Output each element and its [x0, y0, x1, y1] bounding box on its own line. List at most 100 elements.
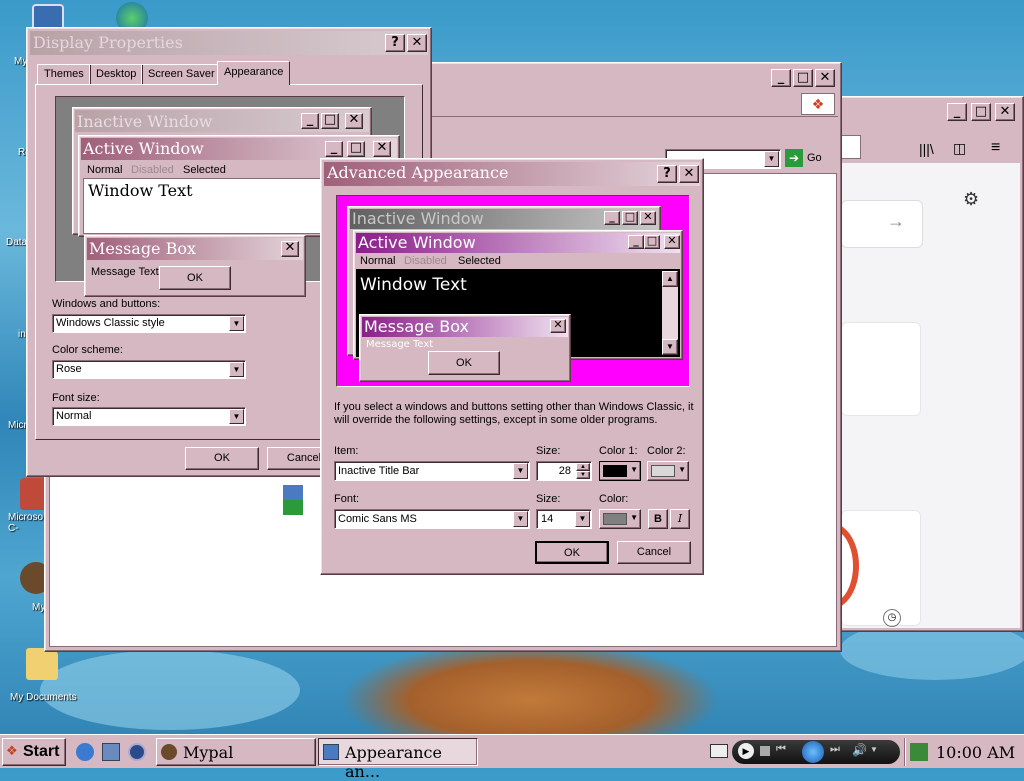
mypal-app-icon — [161, 744, 177, 760]
chevron-down-icon[interactable]: ▼ — [513, 463, 528, 479]
tab-screen-saver[interactable]: Screen Saver — [141, 64, 222, 84]
color2-picker[interactable]: ▼ — [647, 461, 689, 481]
item-select[interactable]: Inactive Title Bar ▼ — [334, 461, 530, 481]
preview-message-box: Message Box ✕ Message Text OK — [84, 235, 306, 297]
start-button[interactable]: ❖ Start — [2, 738, 66, 766]
font-size-label: Font size: — [52, 392, 100, 404]
close-icon: ✕ — [550, 319, 566, 333]
next-icon[interactable]: ⏭ — [830, 743, 840, 756]
browser-window-back[interactable]: _ □ ✕ |||\ ◫ ≡ ⚙ → ◷ — [803, 96, 1024, 632]
sidebar-icon[interactable]: ◫ — [953, 140, 966, 157]
color2-label: Color 2: — [647, 445, 686, 457]
go-label[interactable]: Go — [807, 152, 822, 164]
aa-msgbox-text: Message Text — [366, 339, 434, 350]
font-size-select[interactable]: Normal ▼ — [52, 407, 246, 426]
small-app-icon — [283, 485, 303, 515]
chevron-down-icon[interactable]: ▼ — [575, 511, 590, 527]
item-size-spinner[interactable]: 28 ▲ ▼ — [536, 461, 592, 481]
item-size-value: 28 — [558, 465, 571, 477]
chevron-down-icon[interactable]: ▼ — [513, 511, 528, 527]
minimize-icon[interactable]: _ — [947, 103, 967, 121]
close-icon: ✕ — [345, 113, 363, 129]
address-bar-end[interactable] — [839, 135, 861, 159]
font-size-select[interactable]: 14 ▼ — [536, 509, 592, 529]
quick-launch-desktop-icon[interactable] — [102, 743, 120, 761]
color1-picker[interactable]: ▼ — [599, 461, 641, 481]
font-select[interactable]: Comic Sans MS ▼ — [334, 509, 530, 529]
aa-menu-disabled: Disabled — [404, 255, 447, 267]
chevron-down-icon[interactable]: ▼ — [229, 409, 244, 424]
maximize-icon[interactable]: □ — [793, 69, 813, 87]
bold-button[interactable]: B — [648, 509, 668, 529]
font-color-label: Color: — [599, 493, 629, 505]
minimize-icon: _ — [604, 211, 620, 225]
tab-appearance[interactable]: Appearance — [217, 61, 291, 85]
chevron-down-icon[interactable]: ▼ — [229, 362, 244, 377]
close-icon[interactable]: ✕ — [815, 69, 835, 87]
aa-preview-ok-button: OK — [428, 351, 500, 375]
windows-logo-icon: ❖ — [801, 93, 835, 115]
network-tray-icon[interactable] — [910, 743, 928, 761]
previous-icon[interactable]: ⏮ — [776, 743, 786, 756]
maximize-icon[interactable]: □ — [971, 103, 991, 121]
dp-ok-button[interactable]: OK — [185, 447, 259, 470]
chevron-down-icon[interactable]: ▼ — [764, 151, 779, 167]
clock-icon[interactable]: ◷ — [883, 609, 901, 627]
menu-icon[interactable]: ≡ — [991, 139, 1000, 157]
stop-icon[interactable] — [760, 746, 770, 756]
close-icon[interactable]: ✕ — [407, 34, 427, 52]
media-player-mini[interactable]: ▶ ⏮ ⏭ 🔊 ▼ — [732, 740, 900, 764]
item-label: Item: — [334, 445, 359, 457]
taskbar: ❖ Start Mypal Appearance an... ▶ ⏮ ⏭ 🔊 ▼… — [0, 734, 1024, 781]
close-icon[interactable]: ✕ — [995, 103, 1015, 121]
color1-swatch — [603, 465, 627, 477]
big-play-icon[interactable] — [802, 741, 824, 763]
aa-ok-button[interactable]: OK — [535, 541, 609, 564]
task-appearance[interactable]: Appearance an... — [318, 738, 478, 781]
browser-back-titlebar — [838, 100, 1020, 124]
advanced-appearance-dialog[interactable]: Advanced Appearance ? ✕ Inactive Window … — [320, 158, 704, 575]
windows-flag-icon: ❖ — [6, 743, 18, 758]
help-icon[interactable]: ? — [385, 34, 405, 52]
quick-launch-media-icon[interactable] — [128, 743, 146, 761]
aa-menu-normal: Normal — [360, 255, 396, 267]
minimize-icon[interactable]: _ — [771, 69, 791, 87]
color-scheme-select[interactable]: Rose ▼ — [52, 360, 246, 379]
windows-buttons-select[interactable]: Windows Classic style ▼ — [52, 314, 246, 333]
close-icon: ✕ — [281, 241, 299, 257]
preview-ok-button: OK — [159, 266, 231, 290]
maximize-icon: □ — [347, 141, 365, 157]
minimize-icon: _ — [301, 113, 319, 129]
chevron-down-icon[interactable]: ▼ — [870, 745, 878, 754]
help-icon[interactable]: ? — [657, 165, 677, 183]
chevron-down-icon[interactable]: ▼ — [229, 316, 244, 331]
close-icon[interactable]: ✕ — [679, 165, 699, 183]
library-icon[interactable]: |||\ — [919, 141, 934, 157]
aa-cancel-button[interactable]: Cancel — [617, 541, 691, 564]
font-label: Font: — [334, 493, 360, 505]
play-icon[interactable]: ▶ — [738, 743, 754, 759]
aa-window-text: Window Text — [360, 275, 467, 295]
settings-gear-icon[interactable]: ⚙ — [963, 189, 979, 210]
keyboard-icon[interactable] — [710, 744, 728, 758]
task-mypal[interactable]: Mypal — [156, 738, 316, 766]
tab-themes[interactable]: Themes — [37, 64, 91, 84]
chevron-down-icon: ▼ — [630, 465, 638, 474]
font-color-picker[interactable]: ▼ — [599, 509, 641, 529]
preview-menu-disabled: Disabled — [131, 164, 174, 176]
quick-launch-ie-icon[interactable] — [76, 743, 94, 761]
spin-down-icon[interactable]: ▼ — [576, 471, 590, 479]
tab-desktop[interactable]: Desktop — [89, 64, 144, 84]
go-arrow-icon[interactable]: ➔ — [785, 149, 803, 167]
arrow-right-icon[interactable]: → — [887, 211, 905, 232]
volume-icon[interactable]: 🔊 — [852, 743, 867, 757]
preview-inactive-title: Inactive Window — [77, 112, 213, 131]
clock[interactable]: 10:00 AM — [936, 743, 1015, 762]
task-appearance-label: Appearance an... — [345, 743, 442, 781]
italic-button[interactable]: I — [670, 509, 690, 529]
search-card[interactable] — [841, 200, 923, 248]
dp-title: Display Properties — [33, 33, 183, 52]
font-color-swatch — [603, 513, 627, 525]
aa-scrollbar: ▲ ▼ — [662, 271, 678, 355]
spin-up-icon[interactable]: ▲ — [576, 463, 590, 471]
